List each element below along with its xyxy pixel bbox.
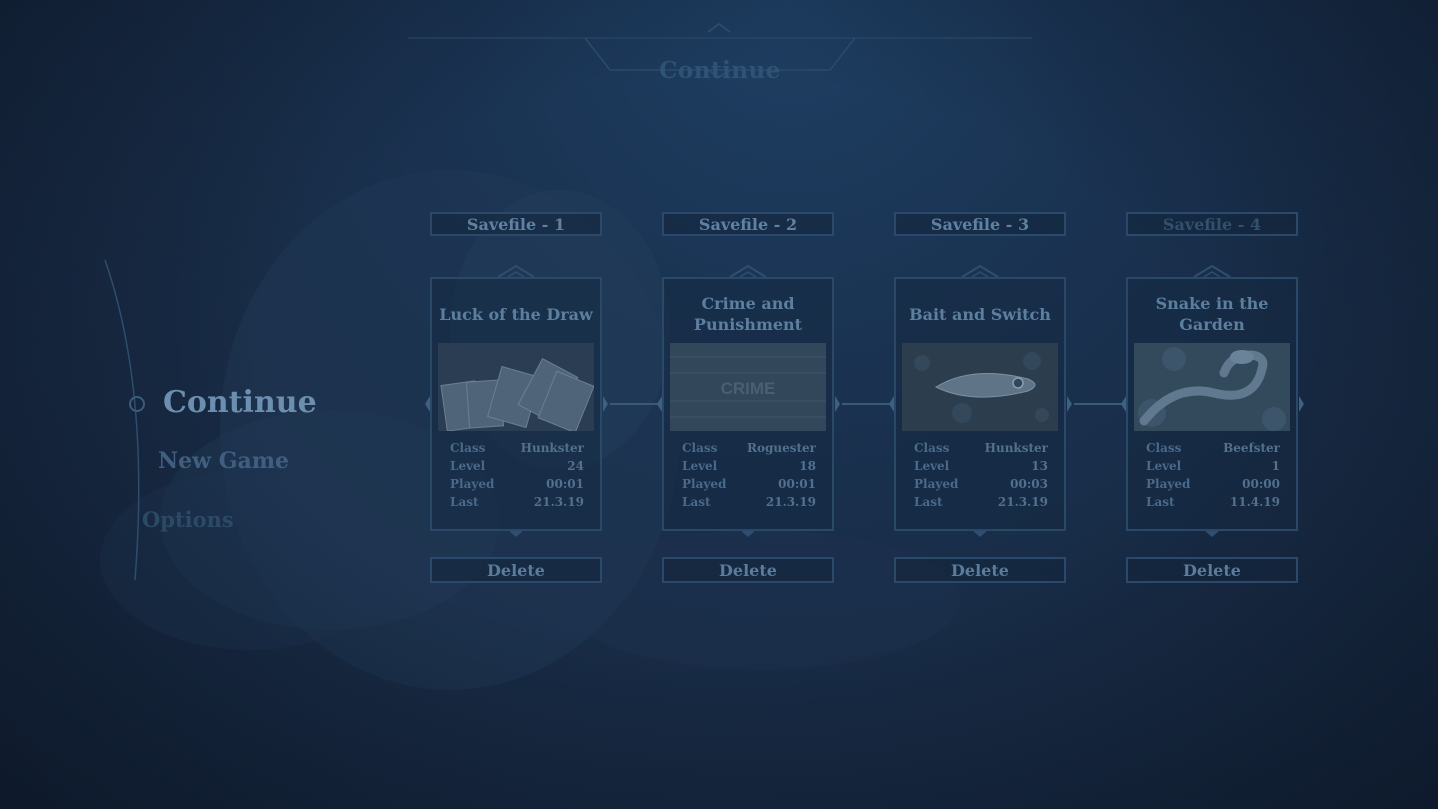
stat-value-played: 00:00 [1242, 477, 1280, 491]
stat-label-played: Played [682, 477, 727, 491]
menu-item-continue[interactable]: Continue [163, 385, 317, 420]
stat-value-last: 21.3.19 [765, 495, 816, 509]
fishing-lure-image [902, 343, 1058, 431]
savefile-stats: Class Hunkster Level 13 Played 00:03 Last 21… [914, 439, 1048, 511]
savefile-card[interactable]: Snake in the Garden Class Beefster Level 1… [1126, 277, 1298, 531]
delete-button[interactable]: Delete [662, 557, 834, 583]
savefile-card[interactable]: Luck of the Draw Class Hunkster Level 24 P… [430, 277, 602, 531]
savefile-stats: Class Hunkster Level 24 Played 00:01 Last 21… [450, 439, 584, 511]
connector-line [610, 403, 658, 405]
chevron-up-icon [961, 264, 999, 278]
stat-label-last: Last [682, 495, 711, 509]
menu-item-new-game[interactable]: New Game [158, 448, 289, 474]
savefile-label[interactable]: Savefile - 3 [894, 212, 1066, 236]
selection-bullet-icon [129, 396, 145, 412]
menu-arc-ornament [104, 259, 140, 581]
menu-item-options[interactable]: Options [142, 507, 234, 532]
stat-label-class: Class [914, 441, 950, 455]
stat-label-class: Class [1146, 441, 1182, 455]
chevron-up-icon [729, 264, 767, 278]
stat-value-class: Roguester [747, 441, 816, 455]
chevron-down-icon [741, 531, 755, 537]
stat-label-last: Last [914, 495, 943, 509]
page-title: Continue [659, 57, 781, 84]
stat-label-played: Played [914, 477, 959, 491]
main-menu: Continue New Game Options [95, 230, 375, 610]
savefile-label[interactable]: Savefile - 4 [1126, 212, 1298, 236]
chevron-up-icon [1193, 264, 1231, 278]
delete-button[interactable]: Delete [894, 557, 1066, 583]
savefile-stats: Class Beefster Level 1 Played 00:00 Last 11.… [1146, 439, 1280, 511]
playing-cards-image [438, 343, 594, 431]
savefile-label[interactable]: Savefile - 1 [430, 212, 602, 236]
stat-value-class: Hunkster [520, 441, 584, 455]
chevron-down-icon [509, 531, 523, 537]
connector-arrow-icon [603, 396, 608, 412]
connector-line [1074, 403, 1122, 405]
stat-value-level: 24 [567, 459, 584, 473]
stat-value-played: 00:03 [1010, 477, 1048, 491]
chevron-up-icon [497, 264, 535, 278]
savefile-card[interactable]: Bait and Switch Class Hunkster Level 13 Pl… [894, 277, 1066, 531]
stat-label-level: Level [914, 459, 950, 473]
crime-sign-text: CRIME [721, 379, 776, 398]
chevron-down-icon [973, 531, 987, 537]
stat-label-level: Level [450, 459, 486, 473]
stat-value-last: 11.4.19 [1229, 495, 1280, 509]
connector-line [842, 403, 890, 405]
delete-button[interactable]: Delete [1126, 557, 1298, 583]
stat-value-played: 00:01 [778, 477, 816, 491]
stat-value-last: 21.3.19 [997, 495, 1048, 509]
stat-value-played: 00:01 [546, 477, 584, 491]
savefile-title: Bait and Switch [909, 304, 1051, 324]
chevron-down-icon [1205, 531, 1219, 537]
stat-label-level: Level [682, 459, 718, 473]
connector-arrow-icon [1067, 396, 1072, 412]
delete-button[interactable]: Delete [430, 557, 602, 583]
crime-sign-image: CRIME [670, 343, 826, 431]
savefile-card[interactable]: Crime and Punishment CRIME Class Rogueste… [662, 277, 834, 531]
savefile-title: Snake in the Garden [1155, 294, 1269, 334]
stat-label-level: Level [1146, 459, 1182, 473]
page-header: Continue [400, 20, 1040, 84]
stat-label-played: Played [1146, 477, 1191, 491]
stat-label-last: Last [450, 495, 479, 509]
connector-arrow-icon [835, 396, 840, 412]
stat-value-level: 1 [1271, 459, 1280, 473]
savefile-label[interactable]: Savefile - 2 [662, 212, 834, 236]
savefile-title: Crime and Punishment [693, 294, 803, 334]
stat-label-class: Class [682, 441, 718, 455]
connector-arrow-icon [1299, 396, 1304, 412]
stat-label-played: Played [450, 477, 495, 491]
stat-value-level: 13 [1031, 459, 1048, 473]
stat-label-class: Class [450, 441, 486, 455]
stat-value-class: Beefster [1223, 441, 1280, 455]
snake-image [1134, 343, 1290, 431]
stat-value-level: 18 [799, 459, 816, 473]
savefile-stats: Class Roguester Level 18 Played 00:01 Last 2… [682, 439, 816, 511]
savefile-title: Luck of the Draw [439, 304, 593, 324]
stat-value-class: Hunkster [984, 441, 1048, 455]
stat-label-last: Last [1146, 495, 1175, 509]
stat-value-last: 21.3.19 [533, 495, 584, 509]
